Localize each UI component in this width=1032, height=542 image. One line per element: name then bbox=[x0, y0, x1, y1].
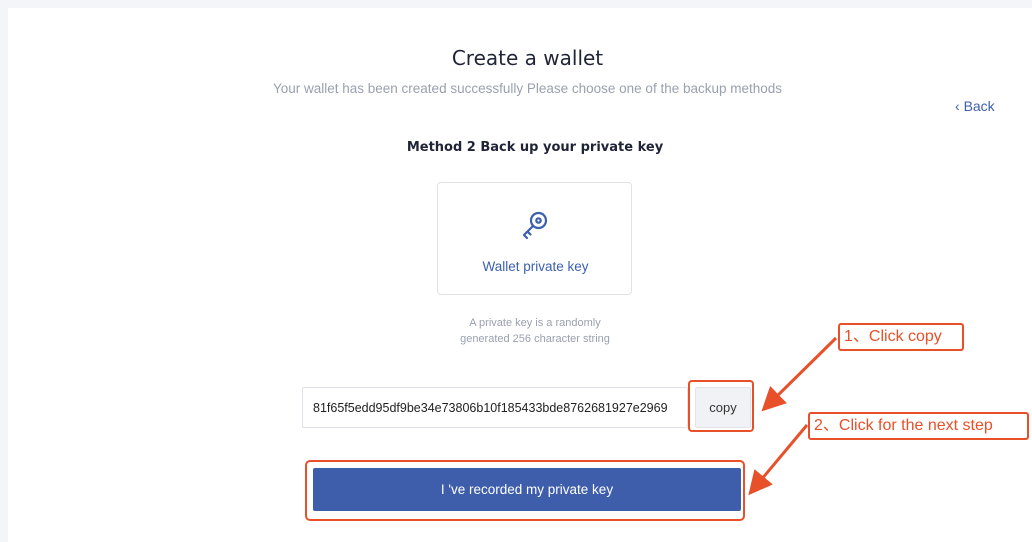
annotation-step-2: 2、Click for the next step bbox=[808, 412, 1029, 440]
page-subtitle: Your wallet has been created successfull… bbox=[272, 81, 783, 96]
annotation-step-1: 1、Click copy bbox=[838, 323, 964, 351]
page-title: Create a wallet bbox=[451, 46, 604, 70]
key-icon bbox=[522, 211, 548, 240]
recorded-key-button[interactable]: I 've recorded my private key bbox=[313, 468, 741, 511]
hint-line-1: A private key is a randomly bbox=[469, 317, 601, 329]
method-title: Method 2 Back up your private key bbox=[406, 140, 664, 155]
key-card-label: Wallet private key bbox=[482, 259, 589, 274]
copy-button[interactable]: copy bbox=[695, 387, 751, 428]
back-label: Back bbox=[963, 98, 995, 114]
back-link[interactable]: ‹ Back bbox=[955, 98, 995, 114]
chevron-left-icon: ‹ bbox=[955, 98, 960, 114]
private-key-field[interactable] bbox=[302, 387, 688, 428]
private-key-method-card[interactable]: Wallet private key bbox=[437, 182, 632, 295]
hint-line-2: generated 256 character string bbox=[460, 333, 610, 345]
private-key-hint: A private key is a randomly generated 25… bbox=[430, 315, 640, 347]
